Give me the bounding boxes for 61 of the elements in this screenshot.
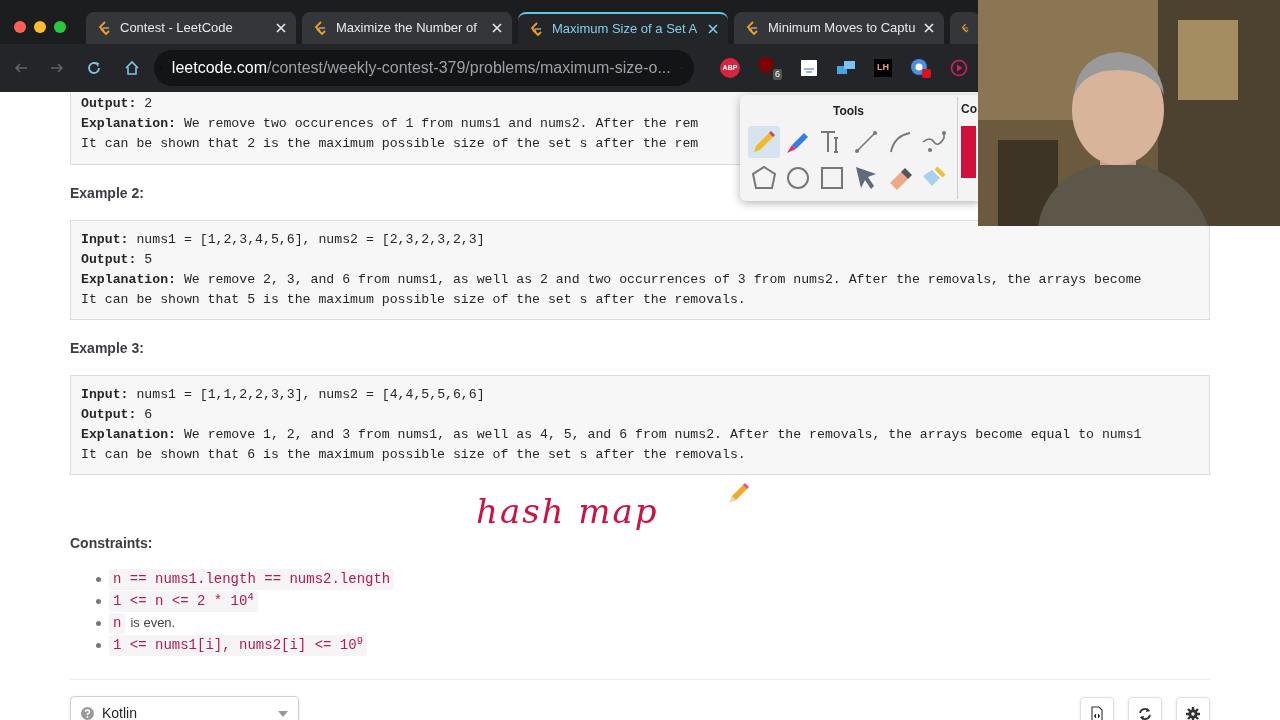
code-line: Output: 5 [81, 251, 153, 269]
lighthouse-extension-icon[interactable]: LH [874, 59, 892, 77]
forward-icon[interactable] [50, 61, 64, 75]
leetcode-logo-icon [744, 20, 760, 36]
leetcode-logo-icon [528, 21, 544, 37]
settings-icon [1185, 705, 1201, 720]
reload-icon[interactable] [86, 60, 102, 76]
code-line: Output: 6 [81, 406, 153, 424]
code-line: It can be shown that 2 is the maximum possible size of the set s after the rem [81, 135, 699, 153]
browser-tab[interactable]: Contest - LeetCode [86, 12, 296, 44]
handwritten-annotation: hash map [476, 490, 659, 533]
code-line: Input: nums1 = [1,2,3,4,5,6], nums2 = [2,3,2,3,2,3] [81, 231, 485, 249]
settings-button[interactable] [1176, 696, 1210, 720]
constraint-text: is even. [130, 614, 176, 632]
url-text: leetcode.com/contest/weekly-contest-379/problems/maximum-size-o... [171, 58, 671, 78]
home-icon[interactable] [124, 60, 140, 76]
caret-icon [278, 710, 288, 717]
code-line: It can be shown that 5 is the maximum possible size of the set s after the removals. [81, 291, 746, 309]
inline-code: 1 <= n <= 2 * 10$^{4}$ [109, 591, 258, 612]
bullet-icon [96, 577, 101, 582]
code-line: Explanation: We remove 2, 3, and 6 from nums1, as well as 2 and two occurrences of 3 from nums2. After the removals, the arrays become [81, 271, 1142, 289]
example-heading: Example 3: [70, 339, 145, 358]
bullet-icon [96, 599, 101, 604]
file-code-button[interactable] [1080, 696, 1114, 720]
inline-code: n [109, 613, 126, 634]
color-swatch[interactable] [961, 126, 976, 178]
back-icon[interactable] [14, 61, 28, 75]
example-heading: Example 2: [70, 184, 145, 203]
window-control-icon[interactable] [34, 21, 46, 33]
color-label: Co [961, 101, 977, 118]
reset-icon [1137, 705, 1153, 720]
window-control-icon[interactable] [14, 21, 26, 33]
polygon-icon [749, 164, 778, 192]
browser-tab[interactable]: Minimum Moves to Captu [734, 12, 944, 44]
profile-extension-icon[interactable] [910, 57, 932, 79]
browser-tab[interactable]: Maximize the Number of [302, 12, 512, 44]
close-icon[interactable] [708, 24, 718, 34]
document-extension-icon[interactable] [800, 59, 818, 77]
play-extension-icon[interactable] [950, 59, 968, 77]
help-icon [81, 707, 94, 720]
panel-title: Tools [832, 103, 865, 120]
file-code-icon [1089, 705, 1105, 720]
code-line: Input: nums1 = [1,1,2,2,3,3], nums2 = [4,4,5,5,6,6] [81, 386, 485, 404]
bullet-icon [96, 643, 101, 648]
code-line: Output: 2 [81, 95, 153, 113]
window-control-icon[interactable] [54, 21, 66, 33]
inline-code: 1 <= nums1[i], nums2[i] <= 10$^{9}$ [109, 635, 367, 656]
address-bar[interactable]: leetcode.com/contest/weekly-contest-379/problems/maximum-size-o... [154, 50, 694, 86]
leetcode-logo-icon [312, 20, 328, 36]
bullet-icon [96, 621, 101, 626]
constraints-heading: Constraints: [70, 534, 154, 553]
layers-extension-icon[interactable] [836, 59, 856, 77]
code-line: It can be shown that 6 is the maximum possible size of the set s after the removals. [81, 446, 746, 464]
code-line: Explanation: We remove 1, 2, and 3 from nums1, as well as 4, 5, and 6 from nums2. After the removals, the arrays become equal to nums1 [81, 426, 1142, 444]
browser-tab[interactable] [950, 12, 980, 44]
leetcode-logo-icon [96, 20, 112, 36]
code-line: Explanation: We remove two occurences of 1 from nums1 and nums2. After the rem [81, 115, 699, 133]
inline-code: n == nums1.length == nums2.length [109, 569, 395, 590]
language-dropdown[interactable]: Kotlin [70, 696, 299, 720]
browser-tab[interactable]: Maximum Size of a Set A [518, 12, 728, 44]
reset-button[interactable] [1128, 696, 1162, 720]
